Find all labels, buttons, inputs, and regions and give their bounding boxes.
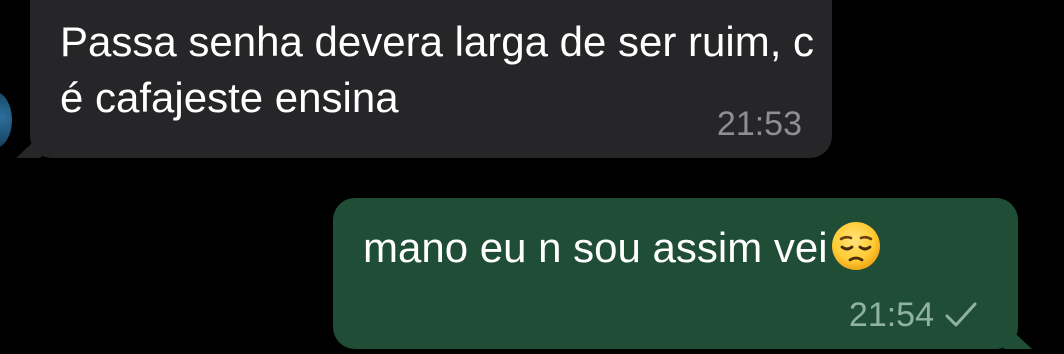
outgoing-bubble-tail (1004, 323, 1032, 349)
incoming-message-time: 21:53 (716, 105, 802, 143)
outgoing-message-time: 21:54 (848, 296, 934, 334)
outgoing-message-content: mano eu n sou assim vei (363, 220, 882, 276)
chat-view: Passa senha devera larga de ser ruim, c … (0, 0, 1064, 354)
incoming-message-text: Passa senha devera larga de ser ruim, c … (60, 18, 815, 121)
contact-avatar[interactable] (0, 92, 12, 148)
single-check-icon (945, 302, 977, 327)
incoming-bubble-tail (16, 132, 44, 158)
outgoing-message-bubble[interactable]: mano eu n sou assim vei 21:54 (333, 198, 1032, 349)
outgoing-message-meta: 21:54 (849, 295, 978, 335)
pensive-face-emoji (831, 222, 880, 270)
incoming-message-bubble[interactable]: Passa senha devera larga de ser ruim, c … (16, 0, 832, 158)
outgoing-message-text: mano eu n sou assim vei (363, 224, 828, 271)
